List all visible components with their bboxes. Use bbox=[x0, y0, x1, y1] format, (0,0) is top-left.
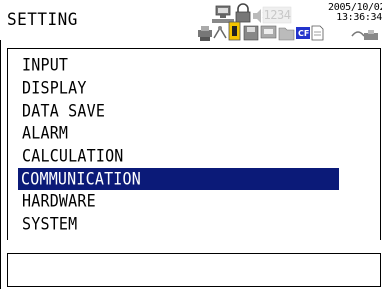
printer-icon bbox=[198, 26, 212, 41]
network-activity-icon bbox=[351, 30, 378, 40]
screen-edge bbox=[0, 40, 1, 289]
cf-card-icon: CF bbox=[296, 27, 310, 39]
svg-text:CF: CF bbox=[298, 29, 309, 38]
folder-icon bbox=[278, 27, 295, 41]
settings-menu: INPUT DISPLAY DATA SAVE ALARM CALCULATIO… bbox=[7, 48, 381, 240]
menu-item-display[interactable]: DISPLAY bbox=[18, 77, 91, 99]
menu-item-input[interactable]: INPUT bbox=[18, 54, 72, 76]
save-icon bbox=[243, 25, 259, 41]
printer2-icon bbox=[260, 25, 277, 39]
time-text: 13:36:34 bbox=[336, 13, 382, 23]
menu-item-data-save[interactable]: DATA SAVE bbox=[18, 100, 109, 122]
menu-item-calculation[interactable]: CALCULATION bbox=[18, 145, 128, 167]
page-title: SETTING bbox=[7, 9, 78, 30]
lock-icon bbox=[235, 3, 251, 23]
document-icon bbox=[311, 25, 324, 41]
menu-item-communication[interactable]: COMMUNICATION bbox=[18, 168, 339, 190]
datetime-display: 2005/10/02 13:36:34 bbox=[328, 3, 382, 23]
counter-value: 1234 bbox=[263, 8, 291, 22]
menu-item-hardware[interactable]: HARDWARE bbox=[18, 190, 100, 212]
network-link-icon bbox=[213, 26, 227, 39]
status-icon-area: CF 1234 bbox=[196, 2, 324, 46]
message-box bbox=[7, 253, 381, 287]
keylock-icon bbox=[228, 21, 241, 41]
menu-item-alarm[interactable]: ALARM bbox=[18, 122, 72, 144]
menu-item-system[interactable]: SYSTEM bbox=[18, 213, 81, 235]
date-text: 2005/10/02 bbox=[328, 3, 382, 13]
network-icon bbox=[212, 5, 234, 23]
title-bar: SETTING CF 1234 2005/10/02 13:36:34 bbox=[0, 0, 382, 48]
